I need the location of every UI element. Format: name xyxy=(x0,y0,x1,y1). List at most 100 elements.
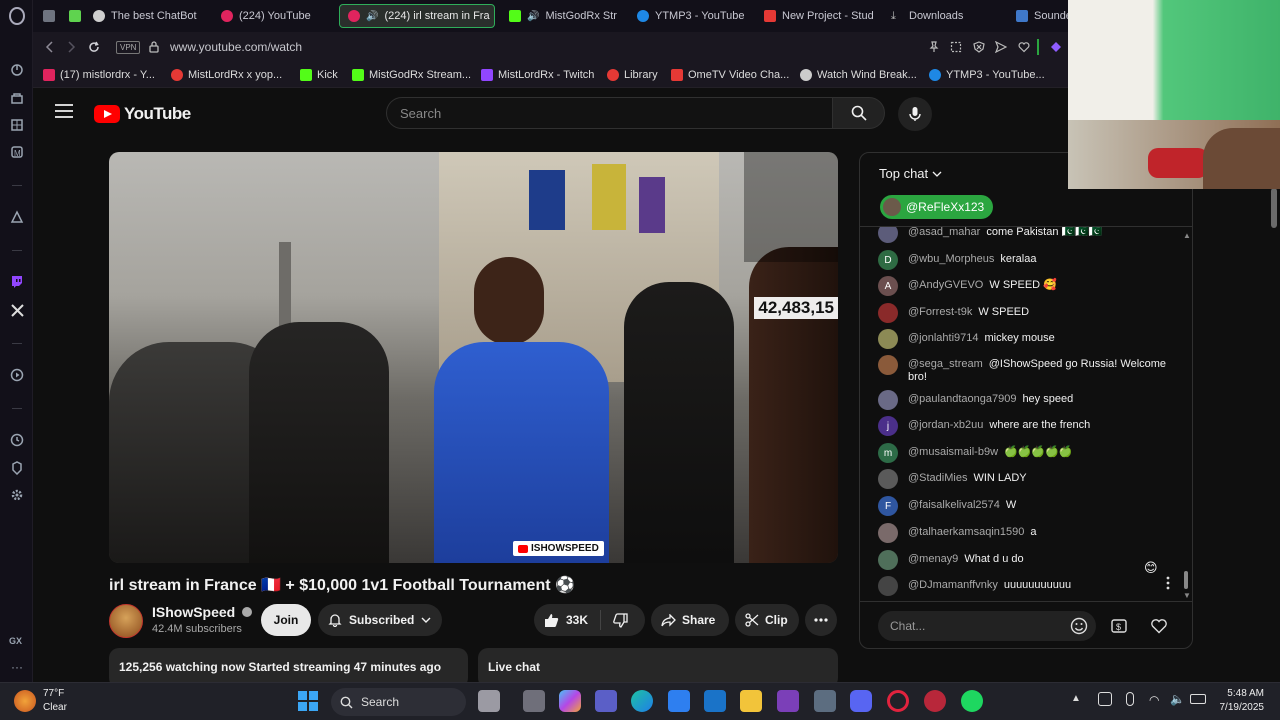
avatar[interactable] xyxy=(878,390,898,410)
clipchamp-icon[interactable] xyxy=(777,690,799,712)
avatar[interactable] xyxy=(878,329,898,349)
chat-message[interactable]: @asad_mahar come Pakistan 🇵🇰🇵🇰🇵🇰 xyxy=(878,227,1168,243)
wifi-icon[interactable]: ◠ xyxy=(1149,693,1159,707)
message-menu-icon[interactable] xyxy=(1166,576,1170,590)
bookmark-3[interactable]: MistGodRx Stream... xyxy=(352,67,471,83)
chat-author[interactable]: @Forrest-t9k xyxy=(908,306,972,318)
chat-author[interactable]: @faisalkelival2574 xyxy=(908,499,1000,511)
extensions-icon[interactable] xyxy=(7,458,27,478)
gx-control-icon[interactable] xyxy=(7,60,27,80)
tray-chevron-up-icon[interactable]: ▲ xyxy=(1071,693,1081,704)
tab-4-active[interactable]: 🔊 (224) irl stream in Fra xyxy=(339,4,495,28)
avatar[interactable] xyxy=(878,576,898,596)
chat-message[interactable]: A @AndyGVEVO W SPEED 🥰 xyxy=(878,276,1168,296)
avatar[interactable] xyxy=(878,523,898,543)
avatar[interactable]: j xyxy=(878,416,898,436)
search-input[interactable]: Search xyxy=(386,97,833,129)
settings-gear-icon[interactable] xyxy=(7,485,27,505)
lock-icon[interactable] xyxy=(146,39,162,55)
join-button[interactable]: Join xyxy=(261,604,311,636)
dislike-button[interactable] xyxy=(601,612,640,628)
emoji-reaction-icon[interactable]: 😊 xyxy=(1144,560,1158,576)
chat-message[interactable]: j @jordan-xb2uu where are the french xyxy=(878,416,1168,436)
youtube-logo[interactable]: YouTube xyxy=(94,104,191,124)
chat-author[interactable]: @talhaerkamsaqin1590 xyxy=(908,526,1024,538)
clock-time[interactable]: 5:48 AM xyxy=(1227,688,1264,699)
chat-author[interactable]: @jonlahti9714 xyxy=(908,332,979,344)
emoji-picker-icon[interactable] xyxy=(1070,617,1088,635)
live-chat-section[interactable]: Live chat xyxy=(478,648,838,682)
chat-message[interactable]: D @wbu_Morpheus keralaa xyxy=(878,250,1168,270)
video-player[interactable]: 42,483,15 ISHOWSPEED xyxy=(109,152,838,563)
camera-icon[interactable] xyxy=(814,690,836,712)
bookmark-4[interactable]: MistLordRx - Twitch xyxy=(481,67,594,83)
subscribed-button[interactable]: Subscribed xyxy=(318,604,442,636)
bookmark-1[interactable]: MistLordRx x yop... xyxy=(171,67,282,83)
more-dots-icon[interactable]: ··· xyxy=(11,660,23,674)
chat-message[interactable]: @paulandtaonga7909 hey speed xyxy=(878,390,1168,410)
clock-date[interactable]: 7/19/2025 xyxy=(1220,702,1265,713)
avatar[interactable] xyxy=(878,303,898,323)
microphone-tray-icon[interactable] xyxy=(1126,692,1134,706)
chat-message[interactable]: @menay9 What d u do xyxy=(878,550,1168,570)
pin-icon[interactable] xyxy=(926,39,942,55)
player-icon[interactable] xyxy=(7,365,27,385)
chat-author[interactable]: @wbu_Morpheus xyxy=(908,253,994,265)
task-view-icon[interactable] xyxy=(523,690,545,712)
edge-icon[interactable] xyxy=(631,690,653,712)
tab-7[interactable]: New Project - Stud xyxy=(756,4,878,28)
windows-start-icon[interactable] xyxy=(298,691,318,711)
chat-message-list[interactable]: @asad_mahar come Pakistan 🇵🇰🇵🇰🇵🇰 D @wbu_Mor… xyxy=(860,227,1192,601)
avatar[interactable] xyxy=(878,355,898,375)
vpn-badge[interactable]: VPN xyxy=(116,41,141,54)
channel-avatar[interactable] xyxy=(109,604,143,638)
weather-description[interactable]: Clear xyxy=(43,702,67,713)
chat-message[interactable]: F @faisalkelival2574 W xyxy=(878,496,1168,516)
voice-search-button[interactable] xyxy=(898,97,932,131)
speaker-icon[interactable]: 🔊 xyxy=(527,11,539,22)
chat-scroll-thumb[interactable] xyxy=(1184,571,1188,589)
reload-icon[interactable] xyxy=(86,39,102,55)
bookmark-6[interactable]: OmeTV Video Cha... xyxy=(671,67,789,83)
chat-author[interactable]: @DJmamanffvnky xyxy=(908,579,998,591)
opera-gx-logo-icon[interactable] xyxy=(7,6,27,26)
chat-author[interactable]: @sega_stream xyxy=(908,358,983,370)
chat-message[interactable]: @Forrest-t9k W SPEED xyxy=(878,303,1168,323)
more-actions-button[interactable] xyxy=(805,604,837,636)
chat-message[interactable]: m @musaismail-b9w 🍏🍏🍏🍏🍏 xyxy=(878,443,1168,463)
tab-8[interactable]: ⤓ Downloads xyxy=(883,4,1001,28)
opera-gx-taskbar-icon[interactable] xyxy=(887,690,909,712)
battery-icon[interactable] xyxy=(1190,694,1206,704)
speaker-icon[interactable]: 🔊 xyxy=(366,11,378,22)
bookmark-2[interactable]: Kick xyxy=(300,67,338,83)
chat-author[interactable]: @asad_mahar xyxy=(908,227,980,238)
bookmark-7[interactable]: Watch Wind Break... xyxy=(800,67,917,83)
clip-button[interactable]: Clip xyxy=(735,604,799,636)
snapshot-icon[interactable] xyxy=(948,39,964,55)
spotify-icon[interactable] xyxy=(961,690,983,712)
history-icon[interactable] xyxy=(7,430,27,450)
chat-input-field[interactable]: Chat... xyxy=(878,611,1096,641)
description-box[interactable]: 125,256 watching now Started streaming 4… xyxy=(109,648,468,682)
bookmark-8[interactable]: YTMP3 - YouTube... xyxy=(929,67,1045,83)
tab-0[interactable] xyxy=(35,4,61,28)
x-twitter-icon[interactable] xyxy=(7,300,27,320)
aria-icon[interactable] xyxy=(7,207,27,227)
scroll-up-icon[interactable]: ▲ xyxy=(1183,231,1191,240)
chat-author[interactable]: @menay9 xyxy=(908,553,958,565)
page-scrollbar-thumb[interactable] xyxy=(1271,188,1277,228)
avatar[interactable] xyxy=(878,469,898,489)
send-icon[interactable] xyxy=(993,39,1009,55)
chat-message[interactable]: @jonlahti9714 mickey mouse xyxy=(878,329,1168,349)
scroll-down-icon[interactable]: ▼ xyxy=(1183,591,1191,600)
pinned-user-chip[interactable]: @ReFleXx123 xyxy=(880,195,994,219)
record-app-icon[interactable] xyxy=(924,690,946,712)
weather-icon[interactable] xyxy=(14,690,36,712)
url-field[interactable]: www.youtube.com/watch xyxy=(170,40,302,54)
taskbar-search[interactable]: Search xyxy=(331,688,466,716)
avatar[interactable] xyxy=(878,550,898,570)
teams-icon[interactable] xyxy=(595,690,617,712)
avatar[interactable]: A xyxy=(878,276,898,296)
messenger-icon[interactable]: M xyxy=(7,142,27,162)
gx-cleaner-icon[interactable] xyxy=(7,115,27,135)
